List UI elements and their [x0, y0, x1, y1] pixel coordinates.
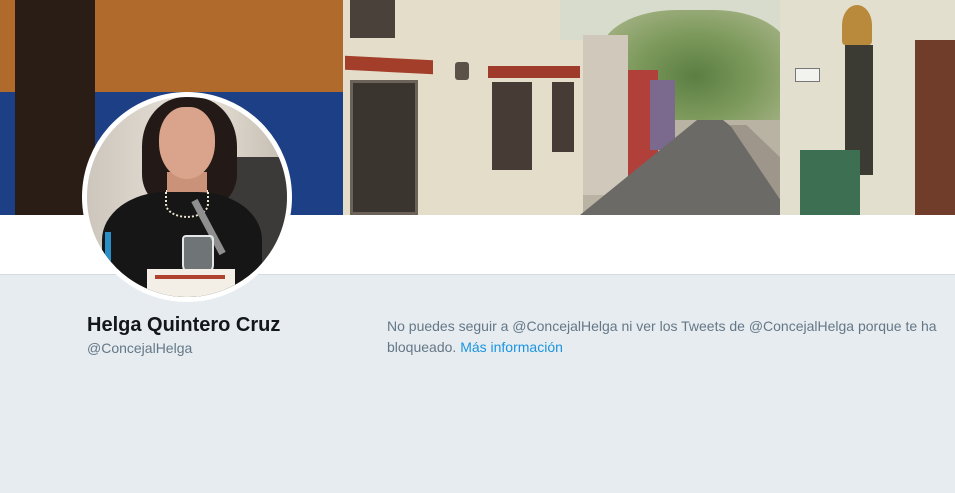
profile-display-name[interactable]: Helga Quintero Cruz	[87, 314, 280, 337]
more-info-link[interactable]: Más información	[460, 339, 563, 355]
blocked-notice: No puedes seguir a @ConcejalHelga ni ver…	[387, 316, 942, 358]
profile-avatar[interactable]	[82, 92, 292, 302]
profile-page: Helga Quintero Cruz @ConcejalHelga No pu…	[0, 0, 955, 493]
profile-handle[interactable]: @ConcejalHelga	[87, 340, 192, 356]
